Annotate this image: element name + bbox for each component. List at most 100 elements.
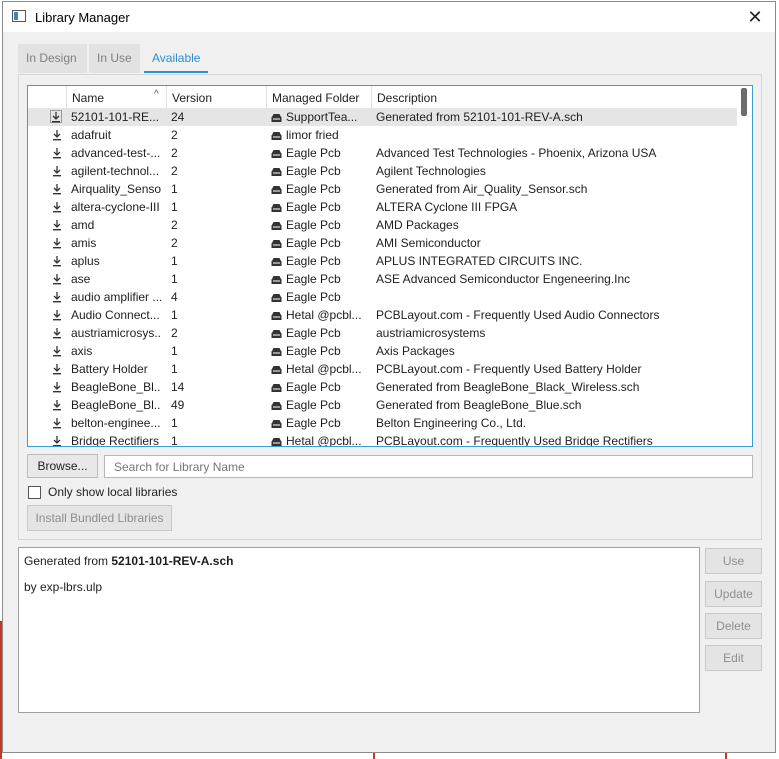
library-table[interactable]: Name ^ Version Managed Folder Descriptio…	[27, 85, 753, 447]
download-icon[interactable]	[52, 309, 62, 321]
table-row[interactable]: amd 2 Eagle Pcb AMD Packages	[28, 216, 738, 234]
sort-ascending-icon: ^	[154, 89, 159, 100]
download-icon[interactable]	[52, 363, 62, 375]
close-button[interactable]: ✕	[735, 2, 775, 32]
library-search-input[interactable]	[104, 455, 753, 478]
cell-managed-folder: Eagle Pcb	[286, 218, 341, 232]
download-icon[interactable]	[52, 129, 62, 141]
cell-description: Belton Engineering Co., Ltd.	[376, 416, 527, 430]
download-icon[interactable]	[52, 183, 62, 195]
cell-description: APLUS INTEGRATED CIRCUITS INC.	[376, 254, 583, 268]
tab-in-design[interactable]: In Design	[18, 44, 87, 73]
app-window-icon	[12, 10, 26, 22]
table-row[interactable]: BeagleBone_Bl... 14 Eagle Pcb Generated fro…	[28, 378, 738, 396]
cell-managed-folder: Hetal @pcbl...	[286, 362, 362, 376]
download-icon[interactable]	[52, 399, 62, 411]
download-icon[interactable]	[52, 381, 62, 393]
table-row[interactable]: ase 1 Eagle Pcb ASE Advanced Semiconductor …	[28, 270, 738, 288]
only-local-label: Only show local libraries	[48, 485, 178, 499]
table-row[interactable]: aplus 1 Eagle Pcb APLUS INTEGRATED CIRCUITS…	[28, 252, 738, 270]
table-row[interactable]: BeagleBone_Bl... 49 Eagle Pcb Generated fro…	[28, 396, 738, 414]
managed-folder-icon	[271, 310, 282, 320]
cell-name: Audio Connect...	[71, 308, 160, 322]
install-bundled-label: Install Bundled Libraries	[35, 511, 164, 525]
scrollbar-thumb[interactable]	[741, 88, 747, 116]
table-row[interactable]: belton-enginee... 1 Eagle Pcb Belton Engine…	[28, 414, 738, 432]
column-header-name[interactable]: Name ^	[66, 86, 166, 108]
column-header-version[interactable]: Version	[166, 86, 266, 108]
table-row[interactable]: adafruit 2 limor fried	[28, 126, 738, 144]
download-icon[interactable]	[52, 237, 62, 249]
cell-description	[376, 288, 736, 306]
cell-version: 1	[171, 416, 178, 430]
delete-button[interactable]: Delete	[705, 613, 762, 639]
download-icon[interactable]	[52, 345, 62, 357]
download-icon[interactable]	[52, 417, 62, 429]
library-details-panel: Generated from 52101-101-REV-A.sch by ex…	[18, 547, 700, 713]
table-row[interactable]: audio amplifier ... 4 Eagle Pcb	[28, 288, 738, 306]
table-row[interactable]: axis 1 Eagle Pcb Axis Packages	[28, 342, 738, 360]
schematic-wire	[373, 752, 375, 759]
cell-description: PCBLayout.com - Frequently Used Battery …	[376, 362, 642, 376]
delete-button-label: Delete	[716, 619, 751, 633]
table-row[interactable]: Battery Holder 1 Hetal @pcbl... PCBLayout.c…	[28, 360, 738, 378]
download-icon[interactable]	[52, 165, 62, 177]
column-header-description[interactable]: Description	[371, 86, 738, 108]
cell-name: audio amplifier ...	[71, 290, 161, 304]
download-icon[interactable]	[52, 219, 62, 231]
column-header-label: Version	[172, 91, 213, 105]
title-bar: Library Manager ✕	[3, 2, 775, 32]
tab-label: In Use	[97, 51, 132, 65]
download-icon[interactable]	[50, 110, 62, 123]
table-row[interactable]: Bridge Rectifiers 1 Hetal @pcbl... PCBLayou…	[28, 432, 738, 447]
download-icon[interactable]	[52, 147, 62, 159]
managed-folder-icon	[271, 328, 282, 338]
table-row[interactable]: amis 2 Eagle Pcb AMI Semiconductor	[28, 234, 738, 252]
download-icon[interactable]	[52, 201, 62, 213]
cell-name: amis	[71, 236, 97, 250]
cell-name: Bridge Rectifiers	[71, 434, 160, 447]
table-header: Name ^ Version Managed Folder Descriptio…	[28, 86, 738, 109]
cell-name: axis	[71, 344, 93, 358]
cell-name: aplus	[71, 254, 100, 268]
cell-name: altera-cyclone-III	[71, 200, 160, 214]
download-icon[interactable]	[52, 327, 62, 339]
cell-description: ALTERA Cyclone III FPGA	[376, 200, 518, 214]
cell-name: amd	[71, 218, 95, 232]
table-row[interactable]: altera-cyclone-III 1 Eagle Pcb ALTERA Cyclo…	[28, 198, 738, 216]
only-local-checkbox[interactable]	[28, 486, 41, 499]
update-button[interactable]: Update	[705, 581, 762, 607]
cell-managed-folder: Eagle Pcb	[286, 146, 341, 160]
download-icon[interactable]	[52, 291, 62, 303]
install-bundled-libraries-button[interactable]: Install Bundled Libraries	[27, 505, 172, 531]
cell-description: Generated from Air_Quality_Sensor.sch	[376, 182, 588, 196]
table-scrollbar[interactable]	[737, 86, 752, 446]
browse-button[interactable]: Browse...	[27, 454, 98, 478]
managed-folder-icon	[271, 112, 282, 122]
table-row[interactable]: Audio Connect... 1 Hetal @pcbl... PCBLayout…	[28, 306, 738, 324]
table-row[interactable]: 52101-101-RE... 24 SupportTea... Generated …	[28, 108, 738, 126]
column-header-managed-folder[interactable]: Managed Folder	[266, 86, 371, 108]
table-row[interactable]: Airquality_Sensor 1 Eagle Pcb Generated fro…	[28, 180, 738, 198]
cell-description: Advanced Test Technologies - Phoenix, Ar…	[376, 146, 657, 160]
managed-folder-icon	[271, 346, 282, 356]
managed-folder-icon	[271, 184, 282, 194]
edit-button[interactable]: Edit	[705, 645, 762, 671]
download-icon[interactable]	[52, 273, 62, 285]
download-icon[interactable]	[52, 435, 62, 446]
close-icon: ✕	[747, 6, 763, 27]
tab-available[interactable]: Available	[144, 44, 208, 73]
cell-version: 49	[171, 398, 185, 412]
cell-description: PCBLayout.com - Frequently Used Audio Co…	[376, 308, 660, 322]
cell-version: 1	[171, 182, 178, 196]
cell-version: 1	[171, 344, 178, 358]
tab-in-use[interactable]: In Use	[89, 44, 140, 73]
cell-managed-folder: Eagle Pcb	[286, 326, 341, 340]
table-row[interactable]: austriamicrosys... 2 Eagle Pcb austriamicro…	[28, 324, 738, 342]
cell-name: BeagleBone_Bl...	[71, 398, 161, 412]
download-icon[interactable]	[52, 255, 62, 267]
table-row[interactable]: agilent-technol... 2 Eagle Pcb Agilent Tech…	[28, 162, 738, 180]
table-row[interactable]: advanced-test-... 2 Eagle Pcb Advanced Test…	[28, 144, 738, 162]
managed-folder-icon	[271, 292, 282, 302]
use-button[interactable]: Use	[705, 548, 762, 574]
